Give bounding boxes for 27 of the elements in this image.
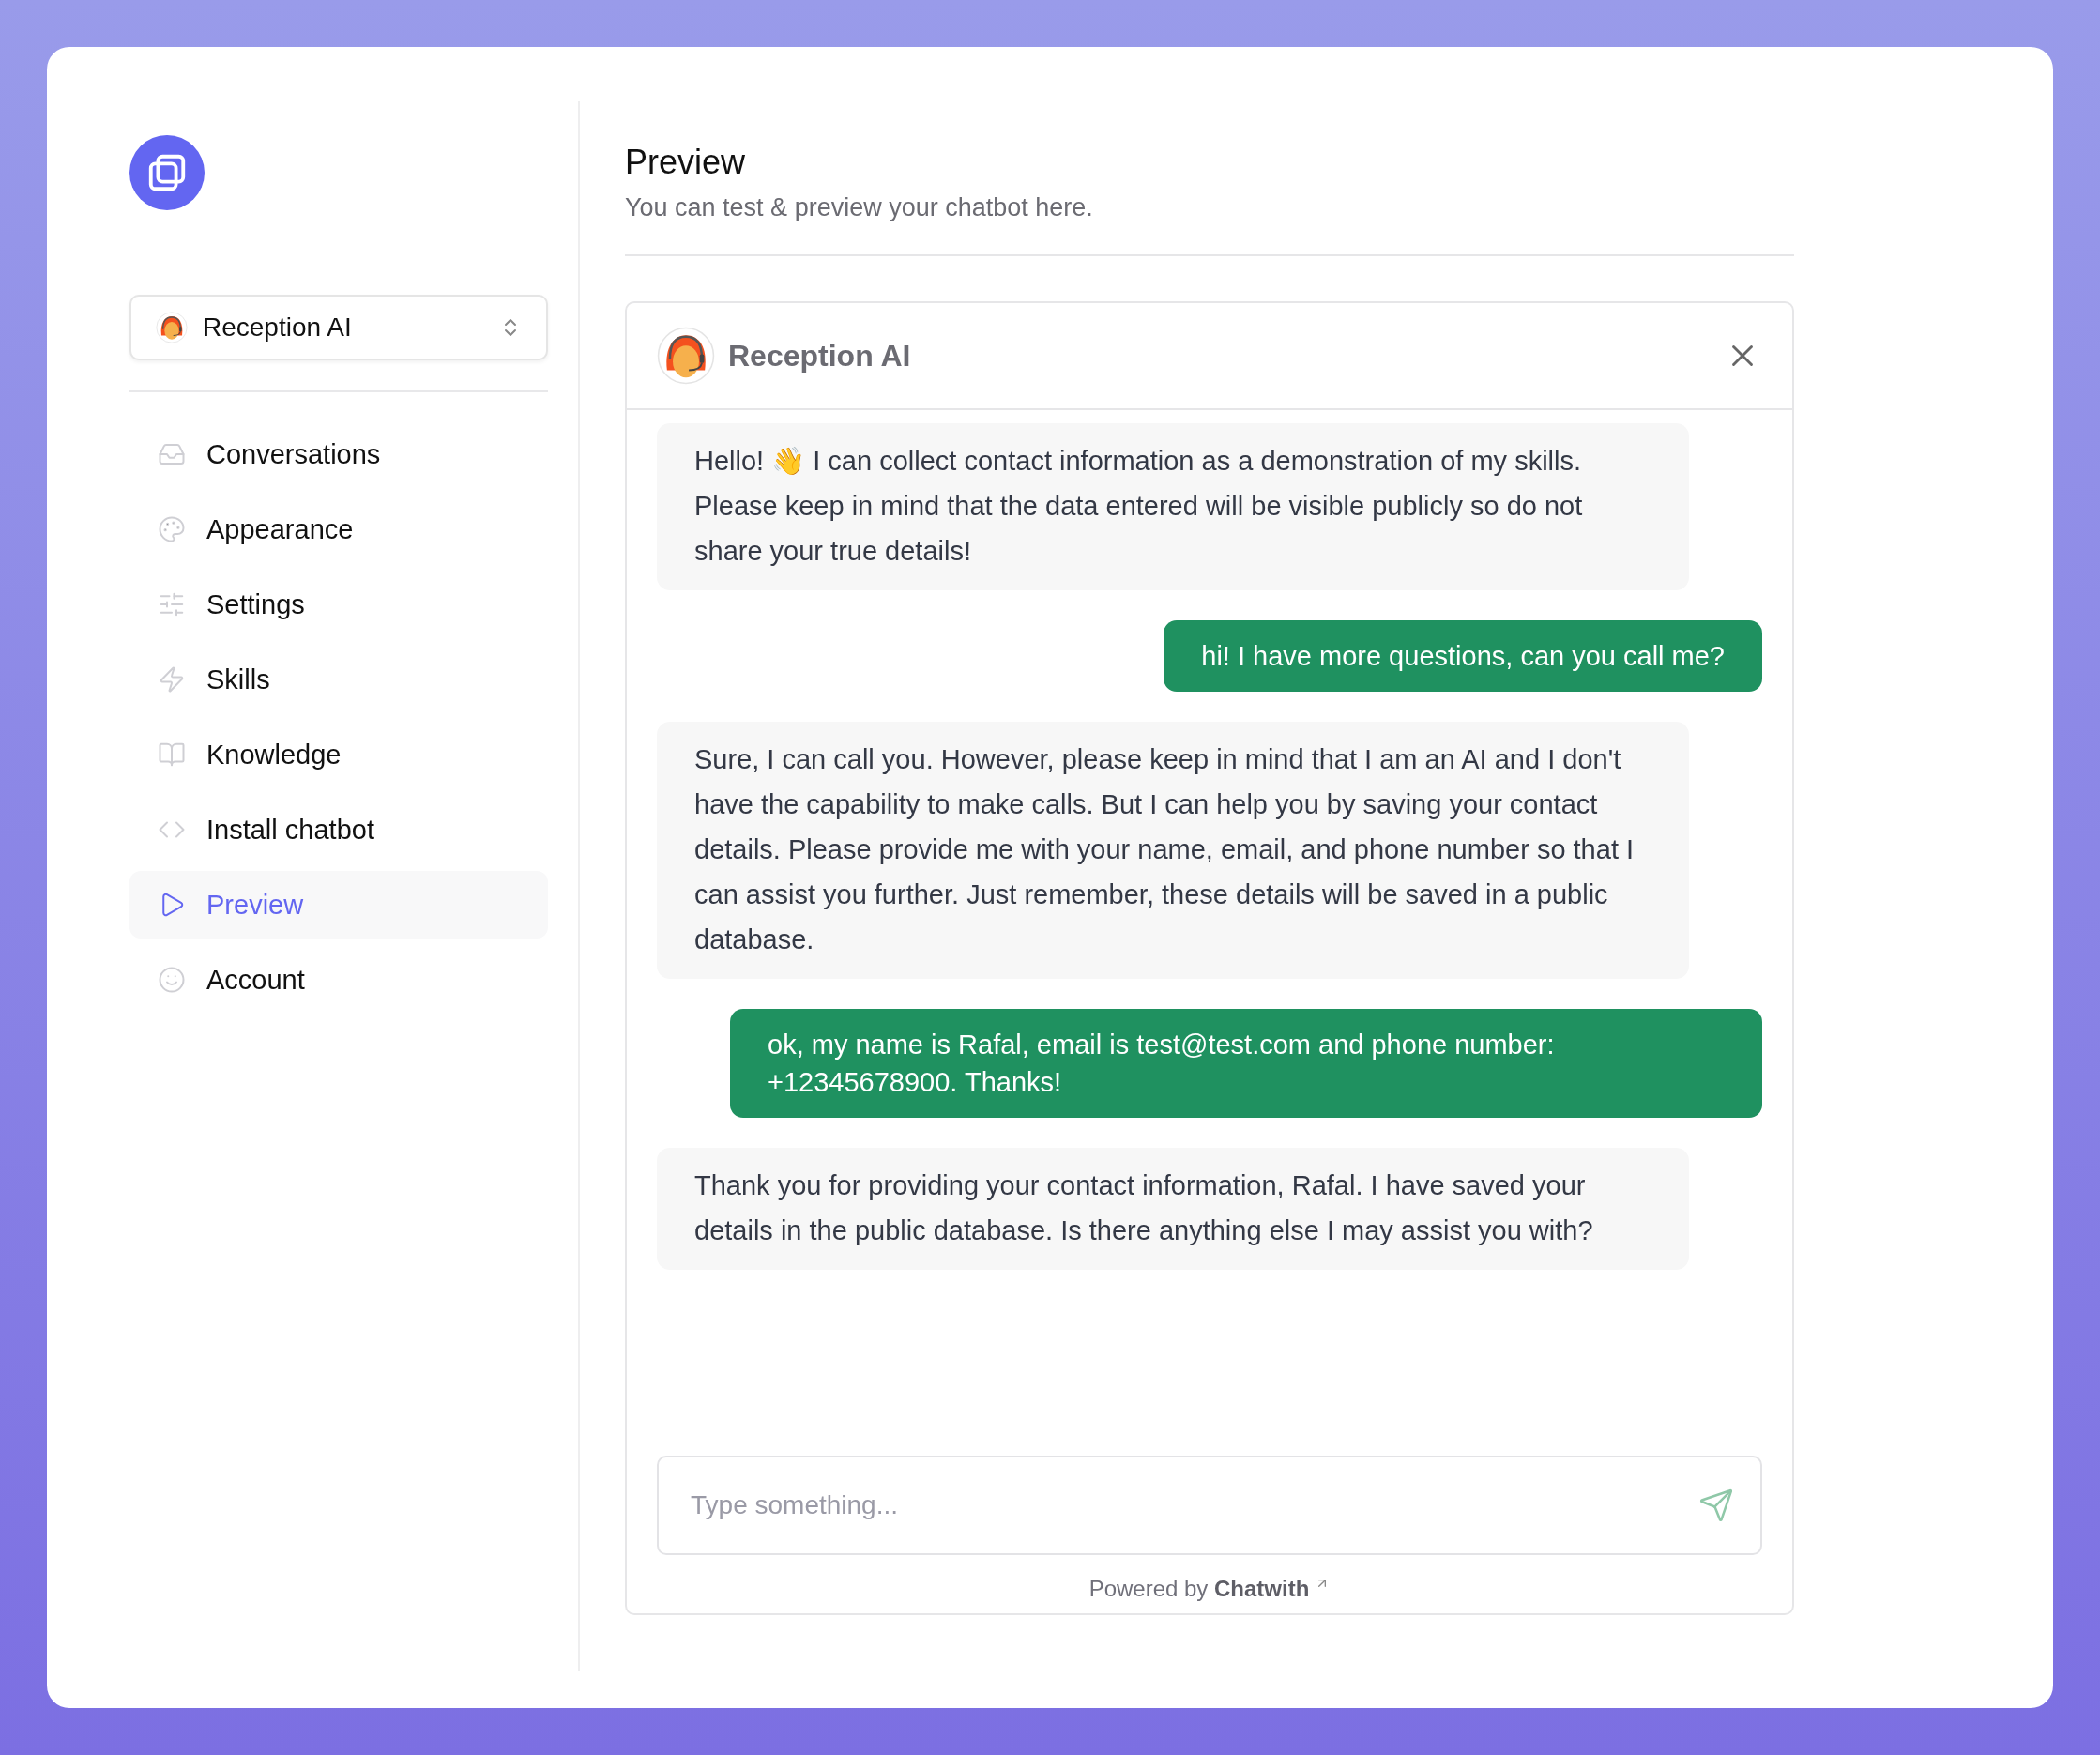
nav-item[interactable]: Preview (129, 871, 548, 939)
user-message: hi! I have more questions, can you call me? (1164, 620, 1762, 692)
page-title: Preview (625, 143, 747, 182)
nav-item[interactable]: Settings (129, 571, 548, 638)
nav-item[interactable]: Skills (129, 646, 548, 713)
sliders-icon (158, 590, 186, 618)
book-icon (158, 740, 186, 769)
message-input[interactable]: Type something... (657, 1456, 1762, 1555)
nav-item[interactable]: Account (129, 946, 548, 1014)
nav-item[interactable]: Install chatbot (129, 796, 548, 863)
nav-item[interactable]: Conversations (129, 420, 548, 488)
lightning-icon (158, 665, 186, 694)
nav-item[interactable]: Knowledge (129, 721, 548, 788)
smiley-icon (158, 966, 186, 994)
avatar-icon (156, 312, 188, 343)
user-message: ok, my name is Rafal, email is test@test.com and phone number: +12345678900. Thanks! (730, 1009, 1762, 1118)
chat-title: Reception AI (728, 338, 912, 374)
page-subtitle: You can test & preview your chatbot here. (625, 193, 1094, 222)
bot-message: Hello! 👋 I can collect contact information as a demonstration of my skills. Please keep in mind that the data entered will be visible publicly so do not share your true details! (657, 423, 1689, 590)
nav-item[interactable]: Appearance (129, 496, 548, 563)
palette-icon (158, 515, 186, 543)
bot-message: Sure, I can call you. However, please keep in mind that I am an AI and I don't have the capability to make calls. But I can help you by saving your contact details. Please provide me with your name, email, and phone number so that I can assist you further. Just remember, these details will be saved in a public database. (657, 722, 1689, 979)
bot-selector[interactable]: Reception AI (129, 295, 548, 360)
bot-message: Thank you for providing your contact information, Rafal. I have saved your details in the public database. Is there anything else I may assist you with? (657, 1148, 1689, 1270)
powered-by-text: Powered by Chatwith (1088, 1576, 1310, 1602)
avatar-icon (657, 327, 715, 385)
send-icon (1698, 1488, 1734, 1523)
